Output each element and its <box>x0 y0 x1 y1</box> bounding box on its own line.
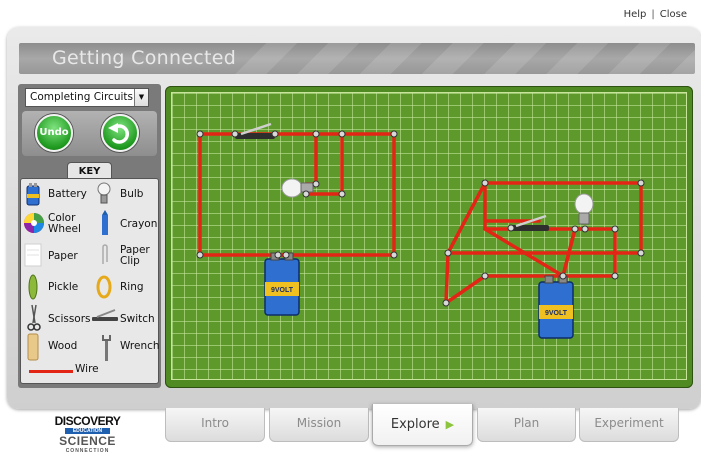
link-separator: | <box>651 9 655 20</box>
key-label-wood: Wood <box>48 340 78 352</box>
battery-icon: 9VOLT <box>538 275 574 339</box>
reset-arrow-icon <box>108 123 130 144</box>
logo-line3: SCIENCE <box>59 434 116 448</box>
title-bar-stripes <box>235 43 695 74</box>
app-root: Help | Close Getting Connected Completing … <box>0 0 701 458</box>
bulb-icon <box>97 182 111 204</box>
close-link[interactable]: Close <box>660 9 687 20</box>
key-label-paper-clip: Paper Clip <box>120 244 150 267</box>
chevron-down-icon[interactable]: ▼ <box>134 89 148 106</box>
key-label-switch: Switch <box>120 313 155 325</box>
battery-label: 9VOLT <box>271 287 294 294</box>
wire <box>444 251 450 305</box>
battery-icon <box>26 183 40 206</box>
key-label-wrench: Wrench <box>120 340 160 352</box>
tab-plan[interactable]: Plan <box>477 408 576 442</box>
key-legend: Battery Bulb Color Wheel Crayon Paper Pa… <box>20 178 160 384</box>
reset-button[interactable] <box>101 114 139 152</box>
switch-icon <box>92 309 118 321</box>
color-wheel-icon <box>24 213 44 233</box>
wrench-icon <box>102 335 111 361</box>
paper-clip-icon <box>102 244 108 264</box>
key-label-scissors: Scissors <box>48 313 91 325</box>
undo-button[interactable]: Undo <box>35 114 73 152</box>
circuit-canvas[interactable]: 9VOLT 9VOLT <box>165 86 693 388</box>
tab-label-intro: Intro <box>201 416 229 430</box>
tab-label-mission: Mission <box>296 416 342 430</box>
discovery-logo: DISCOVERY EDUCATION SCIENCE CONNECTION <box>50 414 125 458</box>
title-bar: Getting Connected <box>19 43 695 74</box>
key-label-crayon: Crayon <box>120 218 158 230</box>
wire <box>445 181 643 255</box>
bulb-icon <box>574 193 594 225</box>
page-title: Getting Connected <box>52 47 237 69</box>
tab-label-plan: Plan <box>513 416 540 430</box>
ring-icon <box>96 275 112 299</box>
key-label-color-wheel: Color Wheel <box>48 212 81 235</box>
scissors-icon <box>27 304 41 331</box>
tab-experiment[interactable]: Experiment <box>579 408 679 442</box>
tab-intro[interactable]: Intro <box>165 408 265 442</box>
crayon-icon <box>102 210 108 235</box>
key-label-wire: Wire <box>75 363 99 375</box>
wire-icon <box>29 370 73 373</box>
tab-label-experiment: Experiment <box>594 416 664 430</box>
pickle-icon <box>28 274 38 300</box>
tab-mission[interactable]: Mission <box>269 408 369 442</box>
tab-label-explore: Explore <box>390 417 440 432</box>
tab-explore[interactable]: Explore ▶ <box>372 404 473 446</box>
logo-line1: DISCOVERY <box>54 414 121 428</box>
top-links: Help | Close <box>624 9 687 20</box>
key-label-ring: Ring <box>120 281 144 293</box>
key-label-bulb: Bulb <box>120 188 144 200</box>
play-arrow-icon: ▶ <box>445 418 455 431</box>
switch-icon <box>235 122 275 139</box>
circuit-board[interactable]: 9VOLT 9VOLT <box>165 86 693 388</box>
activity-select[interactable]: Completing Circuits ▼ <box>25 88 149 107</box>
help-link[interactable]: Help <box>624 9 647 20</box>
logo-line4: CONNECTION <box>65 448 110 454</box>
key-label-battery: Battery <box>48 188 87 200</box>
activity-select-value: Completing Circuits <box>30 91 133 103</box>
key-label-pickle: Pickle <box>48 281 79 293</box>
wood-icon <box>27 333 39 361</box>
wire <box>444 274 487 305</box>
key-label-paper: Paper <box>48 250 78 262</box>
battery-icon: 9VOLT <box>264 252 300 316</box>
paper-icon <box>24 243 42 267</box>
wire-nodes <box>196 130 645 307</box>
switch-icon <box>511 214 549 231</box>
battery-label: 9VOLT <box>545 310 568 317</box>
